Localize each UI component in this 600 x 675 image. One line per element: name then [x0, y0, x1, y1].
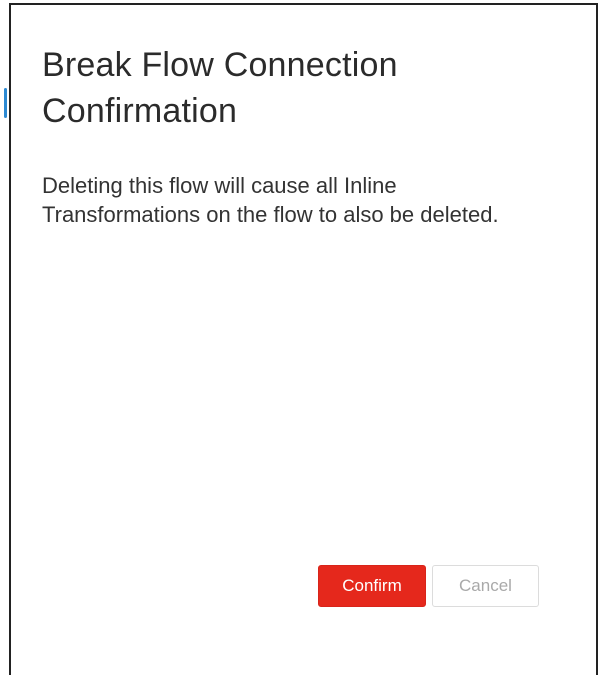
- confirmation-dialog: Break Flow Connection Confirmation Delet…: [9, 3, 598, 675]
- dialog-actions: Confirm Cancel: [318, 565, 539, 607]
- background-accent-bar: [4, 88, 7, 118]
- dialog-title: Break Flow Connection Confirmation: [42, 46, 398, 130]
- dialog-message: Deleting this flow will cause all Inline…: [42, 173, 499, 227]
- cancel-button[interactable]: Cancel: [432, 565, 539, 607]
- screen: Break Flow Connection Confirmation Delet…: [0, 0, 600, 675]
- confirm-button[interactable]: Confirm: [318, 565, 426, 607]
- background-app: [0, 0, 8, 675]
